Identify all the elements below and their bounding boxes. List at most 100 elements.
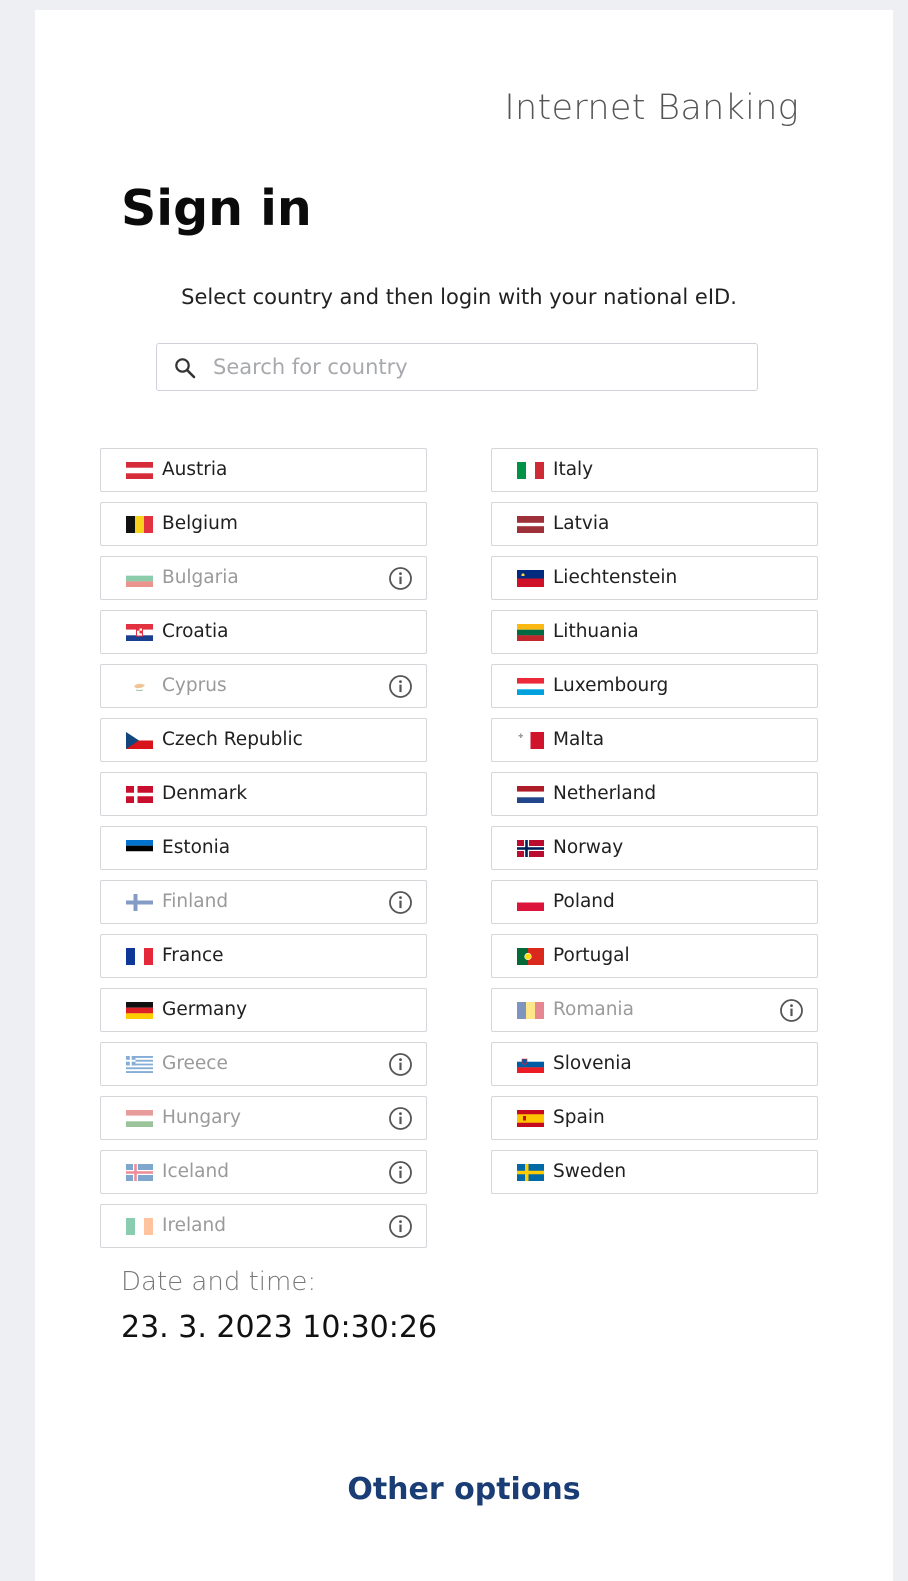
flag-estonia-icon xyxy=(126,840,153,857)
country-option-latvia[interactable]: Latvia xyxy=(491,502,818,546)
country-name: Norway xyxy=(553,837,624,858)
flag-greece-icon xyxy=(126,1056,153,1073)
country-name: Finland xyxy=(162,891,229,912)
country-option-germany[interactable]: Germany xyxy=(100,988,427,1032)
flag-portugal-icon xyxy=(517,948,544,965)
flag-liechtenstein-icon xyxy=(517,570,544,587)
flag-ireland-icon xyxy=(126,1218,153,1235)
flag-germany-icon xyxy=(126,1002,153,1019)
other-options-link[interactable]: Other options xyxy=(35,1472,893,1507)
country-name: Sweden xyxy=(553,1161,627,1182)
search-input[interactable] xyxy=(213,344,743,390)
country-option-sweden[interactable]: Sweden xyxy=(491,1150,818,1194)
flag-latvia-icon xyxy=(517,516,544,533)
info-icon[interactable] xyxy=(779,998,804,1023)
flag-sweden-icon xyxy=(517,1164,544,1181)
country-name: Italy xyxy=(553,459,594,480)
country-name: Spain xyxy=(553,1107,605,1128)
country-name: Poland xyxy=(553,891,615,912)
country-option-malta[interactable]: Malta xyxy=(491,718,818,762)
country-name: Croatia xyxy=(162,621,229,642)
country-name: Austria xyxy=(162,459,228,480)
country-name: Lithuania xyxy=(553,621,639,642)
flag-france-icon xyxy=(126,948,153,965)
datetime-label: Date and time: xyxy=(121,1267,317,1297)
country-option-liechtenstein[interactable]: Liechtenstein xyxy=(491,556,818,600)
country-name: Germany xyxy=(162,999,248,1020)
instructions-text: Select country and then login with your … xyxy=(181,285,737,309)
flag-italy-icon xyxy=(517,462,544,479)
flag-iceland-icon xyxy=(126,1164,153,1181)
info-icon[interactable] xyxy=(388,566,413,591)
flag-luxembourg-icon xyxy=(517,678,544,695)
info-icon[interactable] xyxy=(388,1106,413,1131)
country-option-austria[interactable]: Austria xyxy=(100,448,427,492)
country-name: Estonia xyxy=(162,837,231,858)
search-box[interactable] xyxy=(156,343,758,391)
country-option-bulgaria[interactable]: Bulgaria xyxy=(100,556,427,600)
flag-austria-icon xyxy=(126,462,153,479)
country-option-iceland[interactable]: Iceland xyxy=(100,1150,427,1194)
country-option-slovenia[interactable]: Slovenia xyxy=(491,1042,818,1086)
country-option-hungary[interactable]: Hungary xyxy=(100,1096,427,1140)
flag-romania-icon xyxy=(517,1002,544,1019)
app-title: Internet Banking xyxy=(504,88,799,128)
country-option-norway[interactable]: Norway xyxy=(491,826,818,870)
country-option-france[interactable]: France xyxy=(100,934,427,978)
flag-finland-icon xyxy=(126,894,153,911)
flag-belgium-icon xyxy=(126,516,153,533)
search-icon xyxy=(175,358,196,379)
country-option-cyprus[interactable]: Cyprus xyxy=(100,664,427,708)
info-icon[interactable] xyxy=(388,1214,413,1239)
country-name: Netherland xyxy=(553,783,657,804)
country-name: Czech Republic xyxy=(162,729,303,750)
country-option-estonia[interactable]: Estonia xyxy=(100,826,427,870)
info-icon[interactable] xyxy=(388,1160,413,1185)
info-icon[interactable] xyxy=(388,674,413,699)
flag-denmark-icon xyxy=(126,786,153,803)
country-option-romania[interactable]: Romania xyxy=(491,988,818,1032)
country-name: Cyprus xyxy=(162,675,227,696)
country-name: Greece xyxy=(162,1053,228,1074)
country-option-poland[interactable]: Poland xyxy=(491,880,818,924)
flag-bulgaria-icon xyxy=(126,570,153,587)
flag-spain-icon xyxy=(517,1110,544,1127)
country-option-portugal[interactable]: Portugal xyxy=(491,934,818,978)
country-name: Hungary xyxy=(162,1107,241,1128)
country-name: Luxembourg xyxy=(553,675,669,696)
country-name: France xyxy=(162,945,224,966)
country-option-lithuania[interactable]: Lithuania xyxy=(491,610,818,654)
country-name: Malta xyxy=(553,729,605,750)
flag-malta-icon xyxy=(517,732,544,749)
country-option-greece[interactable]: Greece xyxy=(100,1042,427,1086)
country-name: Latvia xyxy=(553,513,610,534)
country-option-italy[interactable]: Italy xyxy=(491,448,818,492)
country-option-croatia[interactable]: Croatia xyxy=(100,610,427,654)
flag-lithuania-icon xyxy=(517,624,544,641)
flag-netherlands-icon xyxy=(517,786,544,803)
country-option-denmark[interactable]: Denmark xyxy=(100,772,427,816)
info-icon[interactable] xyxy=(388,1052,413,1077)
country-option-luxembourg[interactable]: Luxembourg xyxy=(491,664,818,708)
country-list-left: Austria Belgium Bulgaria Croatia Cyprus Czech… xyxy=(100,448,427,1258)
country-name: Liechtenstein xyxy=(553,567,678,588)
country-name: Denmark xyxy=(162,783,248,804)
country-option-finland[interactable]: Finland xyxy=(100,880,427,924)
country-name: Belgium xyxy=(162,513,238,534)
country-name: Bulgaria xyxy=(162,567,239,588)
country-option-spain[interactable]: Spain xyxy=(491,1096,818,1140)
info-icon[interactable] xyxy=(388,890,413,915)
flag-croatia-icon xyxy=(126,624,153,641)
page-title: Sign in xyxy=(121,180,312,237)
flag-hungary-icon xyxy=(126,1110,153,1127)
flag-czech-republic-icon xyxy=(126,732,153,749)
flag-cyprus-icon xyxy=(126,678,153,695)
country-list-right: Italy Latvia Liechtenstein Lithuania Luxembo… xyxy=(491,448,818,1204)
flag-slovenia-icon xyxy=(517,1056,544,1073)
country-option-netherland[interactable]: Netherland xyxy=(491,772,818,816)
country-option-czech-republic[interactable]: Czech Republic xyxy=(100,718,427,762)
country-name: Ireland xyxy=(162,1215,226,1236)
country-option-ireland[interactable]: Ireland xyxy=(100,1204,427,1248)
country-name: Iceland xyxy=(162,1161,229,1182)
country-option-belgium[interactable]: Belgium xyxy=(100,502,427,546)
